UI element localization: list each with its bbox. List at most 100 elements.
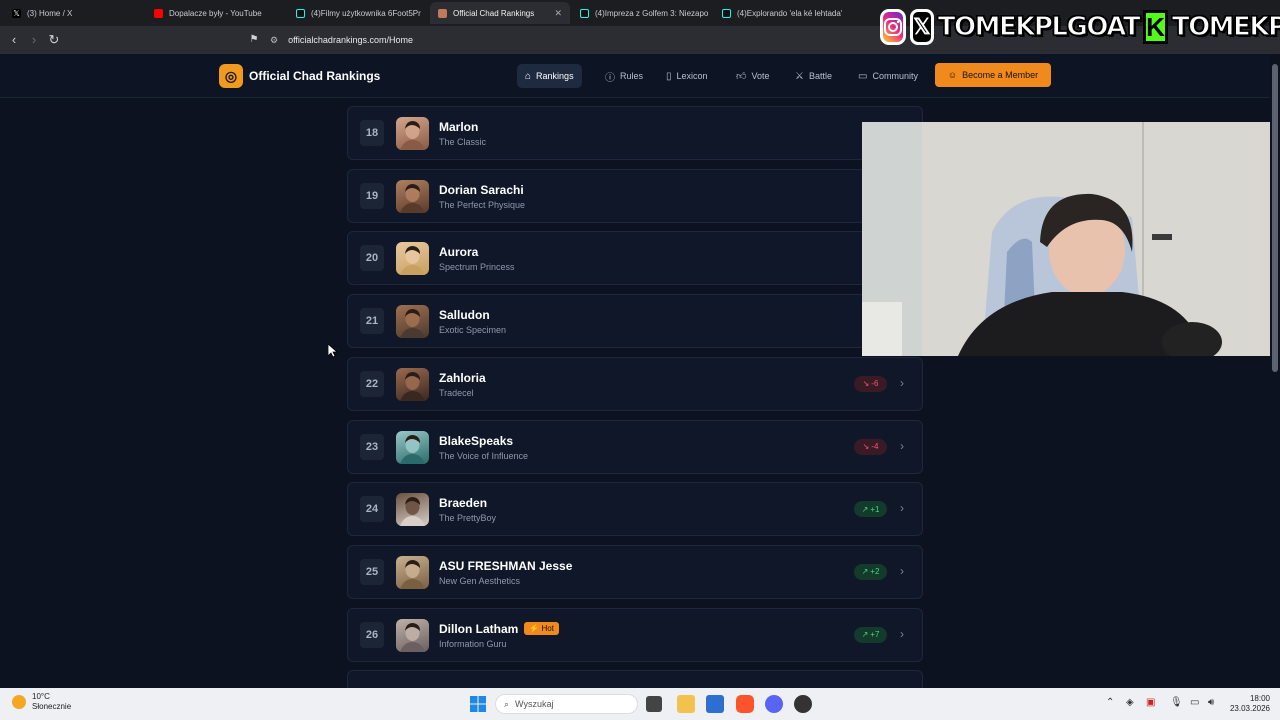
- rank-change-badge: ↘ -6: [854, 375, 887, 392]
- ranking-row[interactable]: 21 Salludon Exotic Specimen: [347, 294, 923, 349]
- site-logo[interactable]: ◎ Official Chad Rankings: [219, 64, 380, 88]
- volume-icon[interactable]: 🔊︎: [1208, 697, 1214, 708]
- microphone-icon[interactable]: 🎙︎: [1170, 697, 1183, 708]
- contestant-title: Exotic Specimen: [439, 325, 507, 336]
- tray-security-icon[interactable]: ▣: [1146, 697, 1155, 708]
- ranking-row[interactable]: 25 ASU FRESHMAN Jesse New Gen Aesthetics ↗ +…: [347, 544, 923, 599]
- browser-tab-tiktok-3[interactable]: (4)Explorando 'ela ké lehtada': [714, 2, 854, 24]
- tab-label: Dopalacze były - YouTube: [169, 8, 262, 18]
- bookmark-icon[interactable]: ⚑: [246, 32, 262, 48]
- contestant-name: ASU FRESHMAN Jesse: [439, 558, 573, 573]
- brave-browser-icon[interactable]: [736, 695, 754, 713]
- address-bar[interactable]: ⚙ officialchadrankings.com/Home: [270, 31, 870, 49]
- file-explorer-icon[interactable]: [677, 695, 695, 713]
- scrollbar-thumb[interactable]: [1272, 64, 1278, 372]
- taskbar-search[interactable]: ⌕ Wyszukaj: [495, 694, 638, 714]
- become-member-label: Become a Member: [962, 70, 1039, 80]
- contestant-title: The Classic: [439, 137, 487, 147]
- contestant-name-wrap: Dorian Sarachi: [439, 183, 524, 197]
- weather-widget[interactable]: 10°C Słonecznie: [12, 692, 71, 712]
- nav-label: Vote: [751, 71, 770, 81]
- ranking-row[interactable]: 23 BlakeSpeaks The Voice of Influence ↘ -4 ›: [347, 419, 923, 474]
- rank-number: 26: [360, 621, 384, 648]
- tray-app-icon[interactable]: ◈: [1126, 697, 1134, 708]
- nav-vote[interactable]: 👍︎ Vote: [728, 64, 777, 88]
- tiktok-favicon-icon: [296, 8, 305, 18]
- tab-label: (4)Filmy użytkownika 6Foot5Pr: [311, 8, 421, 18]
- contestant-name: Braeden: [439, 496, 488, 511]
- network-icon[interactable]: ▭: [1190, 697, 1199, 708]
- nav-lexicon[interactable]: ▯ Lexicon: [658, 64, 716, 88]
- trend-down-icon: ↘: [862, 379, 870, 389]
- back-icon[interactable]: ‹: [6, 32, 22, 48]
- contestant-name: Salludon: [439, 308, 490, 323]
- rank-change-value: +1: [870, 504, 880, 514]
- contestant-name-wrap: Marlon: [439, 120, 478, 134]
- avatar: [396, 493, 429, 527]
- page-scrollbar[interactable]: [1270, 54, 1280, 688]
- browser-tab-tiktok-1[interactable]: (4)Filmy użytkownika 6Foot5Pr: [288, 2, 428, 24]
- nav-rules[interactable]: ⓘ Rules: [597, 64, 651, 88]
- contestant-name-wrap: Aurora: [439, 245, 478, 259]
- system-clock[interactable]: 18:00 23.03.2026: [1226, 694, 1270, 714]
- weather-temp: 10°C: [32, 692, 50, 701]
- rank-change-badge: ↗ +7: [854, 626, 887, 643]
- browser-tab-youtube[interactable]: Dopalacze były - YouTube: [146, 2, 286, 24]
- contestant-name-wrap: ASU FRESHMAN Jesse: [439, 559, 572, 573]
- close-tab-icon[interactable]: ✕: [546, 8, 562, 19]
- avatar: [396, 117, 429, 150]
- tab-label: (3) Home / X: [27, 8, 73, 18]
- rank-change-badge: ↘ -4: [854, 438, 887, 455]
- weather-desc: Słonecznie: [32, 702, 72, 711]
- avatar: [396, 430, 429, 464]
- swords-icon: ⚔: [795, 70, 804, 82]
- nav-label: Battle: [808, 71, 832, 81]
- contestant-name: Dillon Latham: [439, 621, 519, 636]
- contestant-name: Marlon: [439, 120, 479, 134]
- sun-icon: [12, 695, 26, 709]
- search-placeholder: Wyszukaj: [515, 699, 554, 709]
- become-member-button[interactable]: ☺ Become a Member: [935, 63, 1051, 87]
- chevron-right-icon[interactable]: ›: [900, 501, 904, 515]
- tiktok-favicon-icon: [580, 8, 589, 18]
- chevron-right-icon[interactable]: ›: [900, 376, 904, 390]
- ranking-row[interactable]: 18 Marlon The Classic: [347, 106, 923, 160]
- chevron-up-icon[interactable]: ⌃: [1106, 697, 1114, 708]
- ranking-row[interactable]: 19 Dorian Sarachi The Perfect Physique: [347, 168, 923, 223]
- nav-community[interactable]: ▭ Community: [850, 64, 926, 88]
- contestant-title: The Voice of Influence: [439, 450, 529, 461]
- reload-icon[interactable]: ↻: [46, 32, 62, 48]
- hot-badge: ⚡ Hot: [524, 622, 559, 636]
- site-settings-icon[interactable]: ⚙: [270, 35, 278, 46]
- chevron-right-icon[interactable]: ›: [900, 564, 904, 578]
- browser-tab-chad-rankings[interactable]: Official Chad Rankings ✕: [430, 2, 570, 24]
- discord-icon[interactable]: [765, 695, 783, 713]
- mouse-cursor-icon: [327, 343, 339, 363]
- ranking-row[interactable]: 20 Aurora Spectrum Princess: [347, 231, 923, 286]
- nav-battle[interactable]: ⚔ Battle: [787, 64, 840, 88]
- browser-tab-x[interactable]: 𝕏 (3) Home / X: [4, 2, 144, 24]
- rank-number: 25: [360, 558, 384, 585]
- nav-rankings[interactable]: ⌂ Rankings: [517, 64, 582, 88]
- nav-label: Rules: [620, 71, 644, 81]
- forward-icon[interactable]: ›: [26, 32, 42, 48]
- contestant-name-wrap: Salludon: [439, 308, 490, 322]
- browser-tab-tiktok-2[interactable]: (4)Impreza z Golfem 3: Niezapo: [572, 2, 712, 24]
- contestant-name: Dorian Sarachi: [439, 182, 524, 197]
- chad-rankings-favicon-icon: [438, 8, 447, 18]
- ranking-row[interactable]: 26 Dillon Latham ⚡ Hot Information Guru ↗ +7 ›: [347, 607, 923, 662]
- hot-badge-label: Hot: [541, 624, 554, 634]
- chevron-right-icon[interactable]: ›: [900, 627, 904, 641]
- steam-icon[interactable]: [794, 695, 812, 713]
- ranking-row[interactable]: 24 Braeden The PrettyBoy ↗ +1 ›: [347, 482, 923, 537]
- rank-change-value: -6: [871, 379, 879, 389]
- ranking-row[interactable]: 22 Zahloria Tradecel ↘ -6 ›: [347, 356, 923, 411]
- microsoft-store-icon[interactable]: [706, 695, 724, 713]
- contestant-title: Information Guru: [439, 638, 507, 649]
- chevron-right-icon[interactable]: ›: [900, 439, 904, 453]
- start-button[interactable]: [469, 695, 487, 713]
- ranking-row-partial[interactable]: [347, 670, 923, 688]
- rank-change-badge: ↗ +2: [854, 563, 887, 580]
- trend-down-icon: ↘: [862, 442, 870, 451]
- task-view-icon[interactable]: [646, 696, 662, 712]
